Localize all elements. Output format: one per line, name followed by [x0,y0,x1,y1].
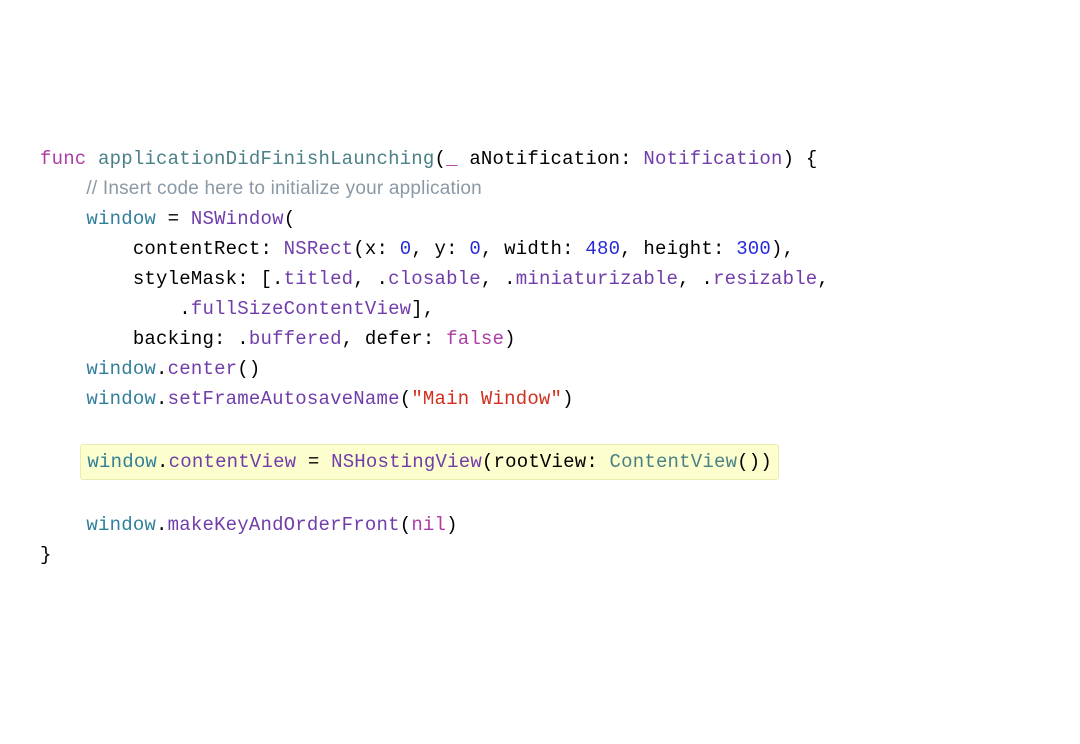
rparen: ) [504,328,516,350]
dot: . [157,451,169,473]
dot: . [156,514,168,536]
nsrect-x-label: (x: [353,238,399,260]
label-backing: backing: . [133,328,249,350]
stylemask-close: ], [411,298,434,320]
identifier-window: window [87,451,157,473]
nsrect-h-label: , height: [620,238,736,260]
type-contentview: ContentView [610,451,738,473]
nsrect-y-label: , y: [411,238,469,260]
equals: = [156,208,191,230]
prop-miniaturizable: miniaturizable [516,268,678,290]
number-0: 0 [400,238,412,260]
close-brace: } [40,544,52,566]
keyword-false: false [446,328,504,350]
type-nshostingview: NSHostingView [331,451,482,473]
method-setframeautosavename: setFrameAutosaveName [168,388,400,410]
label-defer: , defer: [342,328,446,350]
lparen: ( [284,208,296,230]
dot: . [156,358,168,380]
label-rootview: (rootView: [482,451,610,473]
prop-resizable: resizable [713,268,817,290]
number-480: 480 [585,238,620,260]
open-brace: ) { [783,148,818,170]
string-main-window: "Main Window" [411,388,562,410]
parens: () [237,358,260,380]
underscore: _ [446,148,458,170]
dot: . [156,388,168,410]
param-name: aNotification [469,148,620,170]
number-300: 300 [736,238,771,260]
highlighted-line: window.contentView = NSHostingView(rootV… [80,444,779,480]
label-contentrect: contentRect: [133,238,284,260]
nsrect-w-label: , width: [481,238,585,260]
identifier-window: window [86,514,156,536]
code-block: func applicationDidFinishLaunching ( _ aNo… [40,144,1068,570]
nsrect-close: ), [771,238,794,260]
function-name: applicationDidFinishLaunching [98,148,434,170]
prop-titled: titled [284,268,354,290]
identifier-window: window [86,208,156,230]
type-nswindow: NSWindow [191,208,284,230]
comment: // Insert code here to initialize your a… [86,178,482,199]
prop-buffered: buffered [249,328,342,350]
prop-fullsizecontentview: fullSizeContentView [191,298,411,320]
identifier-window: window [86,358,156,380]
keyword-nil: nil [411,514,446,536]
label-stylemask: styleMask: [. [133,268,284,290]
equals: = [296,451,331,473]
close-parens: ()) [737,451,772,473]
prop-contentview: contentView [169,451,297,473]
type-nsrect: NSRect [284,238,354,260]
keyword-func: func [40,148,86,170]
number-0: 0 [469,238,481,260]
prop-closable: closable [388,268,481,290]
method-makekeyandorderfront: makeKeyAndOrderFront [168,514,400,536]
method-center: center [168,358,238,380]
identifier-window: window [86,388,156,410]
type-notification: Notification [643,148,782,170]
